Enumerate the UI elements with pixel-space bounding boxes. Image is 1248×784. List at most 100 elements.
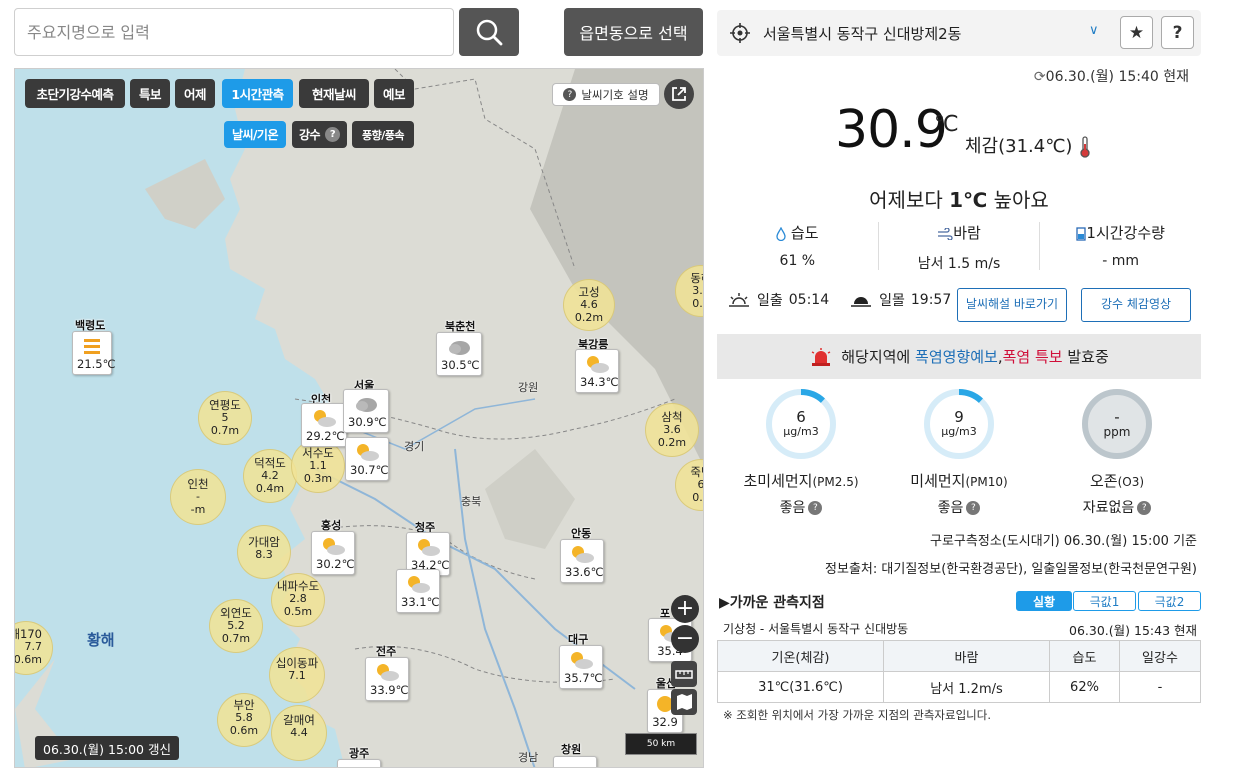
marine-buoy[interactable]: 덕적도 4.2 0.4m	[243, 449, 297, 503]
buoy-wave: 0.2	[692, 296, 703, 310]
search-button[interactable]	[459, 8, 519, 56]
marine-buoy[interactable]: 서수도 1.1 0.3m	[291, 439, 345, 493]
help-icon[interactable]: ?	[808, 501, 823, 515]
station-marker[interactable]: 33.6℃	[560, 539, 604, 583]
pm10-value: 9	[954, 408, 964, 426]
station-temp: 32.9	[652, 715, 678, 729]
map-tab-forecast[interactable]: 예보	[374, 79, 414, 108]
ozone-gauge: - ppm	[1081, 388, 1153, 460]
buoy-wind: 4.6	[580, 298, 598, 312]
help-icon[interactable]: ?	[325, 127, 341, 142]
marine-buoy[interactable]: 갈매여 4.4	[271, 705, 327, 761]
station-temp: 34.3℃	[580, 375, 619, 389]
region-label: 강원	[518, 381, 539, 394]
station-marker[interactable]	[337, 759, 381, 767]
rain-video-button[interactable]: 강수 체감영상	[1081, 288, 1191, 322]
buoy-wave: 0.6	[692, 490, 703, 504]
pm10-code: (PM10)	[965, 475, 1008, 489]
ruler-button[interactable]	[671, 661, 697, 687]
map-tab-short-rain[interactable]: 초단기강수예측	[25, 79, 125, 108]
heat-impact-forecast-link[interactable]: 폭염영향예보	[915, 348, 998, 366]
buoy-wave: 0.5m	[283, 604, 313, 618]
buoy-wave: 0.2m	[574, 310, 604, 324]
weather-map[interactable]: 초단기강수예측 특보 어제 1시간관측 현재날씨 예보 날씨/기온 강수? 풍향…	[14, 68, 704, 768]
tab-extreme2[interactable]: 극값2	[1138, 591, 1201, 611]
humidity-value: 61 %	[779, 253, 816, 269]
favorite-button[interactable]: ★	[1120, 16, 1153, 49]
station-marker[interactable]: 33.9℃	[365, 657, 409, 701]
station-marker[interactable]: 30.7℃	[345, 437, 389, 481]
station-marker[interactable]: 30.5℃	[436, 332, 482, 376]
cloudy-icon	[356, 398, 377, 412]
zoom-out-button[interactable]: −	[671, 625, 699, 653]
column-header: 기온(체감)	[717, 640, 884, 672]
select-by-dong-button[interactable]: 읍면동으로 선택	[564, 8, 703, 56]
buoy-wind: 5	[221, 411, 229, 425]
marine-buoy[interactable]: 내파수도 2.8 0.5m	[271, 573, 325, 627]
marine-buoy[interactable]: 죽변60.6	[675, 459, 703, 511]
map-subtab-weather-temp[interactable]: 날씨/기온	[224, 121, 286, 148]
zoom-in-button[interactable]: +	[671, 595, 699, 623]
help-icon: ?	[563, 88, 577, 101]
station-marker[interactable]: 30.9℃	[343, 389, 389, 433]
heat-warning-link[interactable]: 폭염 특보	[1003, 348, 1063, 366]
pm25-value: 6	[796, 408, 806, 426]
marine-buoy[interactable]: 동해3.50.2	[675, 265, 703, 317]
buoy-wave: 0.7m	[210, 423, 240, 437]
marine-buoy[interactable]: 삼척 3.6 0.2m	[645, 403, 699, 457]
partly-cloudy-icon	[572, 546, 594, 563]
current-time-label: 06.30.(월) 15:40 현재	[1045, 69, 1189, 85]
help-icon[interactable]: ?	[1137, 501, 1152, 515]
ozone-code: (O3)	[1117, 475, 1145, 489]
station-marker[interactable]	[553, 756, 597, 767]
gps-target-icon[interactable]	[729, 22, 751, 44]
compare-yesterday: 어제보다 1℃ 높아요	[717, 184, 1201, 213]
station-temp: 30.5℃	[441, 358, 480, 372]
station-marker[interactable]: 29.2℃	[301, 403, 347, 447]
refresh-icon[interactable]: ⟳	[1034, 69, 1046, 85]
station-marker[interactable]: 21.5℃	[72, 331, 116, 375]
station-temp: 33.6℃	[565, 565, 604, 579]
tab-current-obs[interactable]: 실황	[1016, 591, 1072, 611]
marine-buoy[interactable]: 부안 5.8 0.6m	[217, 693, 271, 747]
marine-buoy[interactable]: 십이동파 7.1	[269, 647, 325, 703]
map-tab-current-weather[interactable]: 현재날씨	[299, 79, 369, 108]
map-subtab-rain[interactable]: 강수?	[292, 121, 347, 148]
search-input[interactable]	[14, 8, 454, 56]
help-button[interactable]: ?	[1161, 16, 1194, 49]
column-header: 일강수	[1119, 640, 1201, 672]
rain-value: - mm	[1102, 253, 1140, 269]
marine-buoy[interactable]: 외연도 5.2 0.7m	[209, 599, 263, 653]
partly-cloudy-icon	[418, 539, 440, 556]
station-temp: 35.7℃	[564, 671, 603, 685]
map-tab-warning[interactable]: 특보	[130, 79, 170, 108]
station-temp: 33.1℃	[401, 595, 440, 609]
pm25-name: 초미세먼지	[743, 472, 813, 490]
marine-buoy[interactable]: 인천 - -m	[170, 469, 226, 525]
marine-buoy[interactable]: 고성 4.6 0.2m	[563, 279, 615, 331]
station-marker[interactable]: 33.1℃	[396, 569, 440, 613]
map-tab-hourly-obs[interactable]: 1시간관측	[222, 79, 293, 108]
buoy-wave: 0.4m	[255, 481, 285, 495]
station-marker[interactable]: 35.7℃	[559, 645, 603, 689]
map-tab-yesterday[interactable]: 어제	[175, 79, 215, 108]
station-temp: 30.7℃	[350, 463, 389, 477]
nearby-obs-table: 기온(체감) 바람 습도 일강수 31℃(31.6℃) 남서 1.2m/s 62…	[717, 640, 1201, 703]
marine-buoy[interactable]: 가대암 8.3	[237, 525, 291, 579]
external-link-button[interactable]	[664, 79, 694, 109]
marine-buoy[interactable]: 연평도 5 0.7m	[198, 391, 252, 445]
data-source: 정보출처: 대기질정보(한국환경공단), 일출일몰정보(한국천문연구원)	[825, 562, 1197, 577]
station-marker[interactable]: 34.3℃	[575, 349, 619, 393]
help-icon[interactable]: ?	[966, 501, 981, 515]
station-marker[interactable]: 30.2℃	[311, 531, 355, 575]
map-layer-button[interactable]	[671, 689, 697, 715]
weather-stats: 습도 61 % 바람 남서 1.5 m/s 1시간강수량 - mm	[717, 222, 1201, 272]
buoy-wave: -m	[190, 502, 206, 516]
cloudy-icon	[449, 341, 470, 355]
location-selector[interactable]: 서울특별시 동작구 신대방제2동 ∨ ★ ?	[717, 10, 1201, 56]
weather-commentary-button[interactable]: 날씨해설 바로가기	[957, 288, 1067, 322]
map-subtab-wind[interactable]: 풍향/풍속	[352, 121, 414, 148]
symbol-legend-button[interactable]: ? 날씨기호 설명	[552, 83, 660, 106]
tab-extreme1[interactable]: 극값1	[1073, 591, 1136, 611]
chevron-down-icon[interactable]: ∨	[1089, 23, 1099, 38]
